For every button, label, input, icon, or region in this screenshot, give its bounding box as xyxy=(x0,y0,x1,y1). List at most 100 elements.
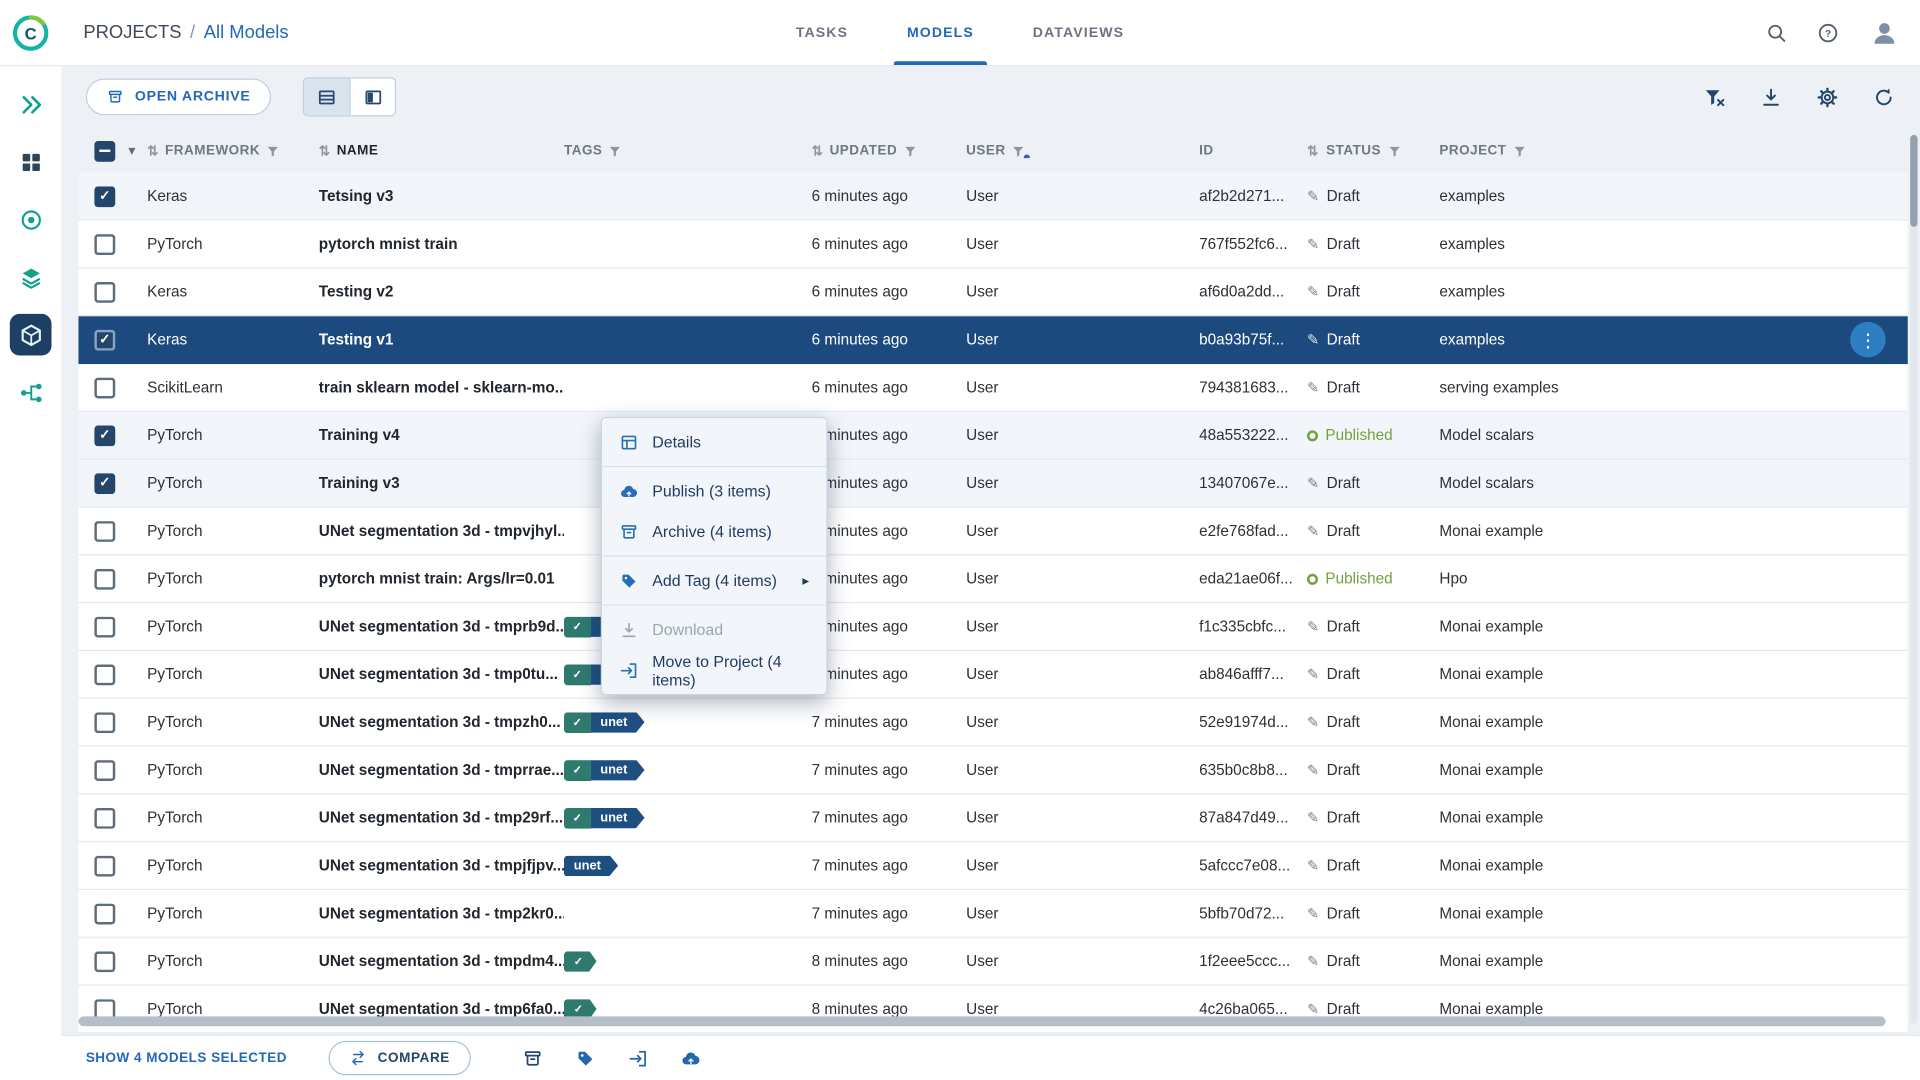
table-row[interactable]: ScikitLearn train sklearn model - sklear… xyxy=(78,364,1908,412)
column-project[interactable]: PROJECT xyxy=(1439,143,1907,158)
row-checkbox[interactable] xyxy=(94,329,116,351)
sort-icon[interactable] xyxy=(147,143,159,159)
archive-selected-button[interactable] xyxy=(522,1048,543,1069)
table-row[interactable]: PyTorch UNet segmentation 3d - tmpdm4...… xyxy=(78,937,1908,986)
name-cell[interactable]: UNet segmentation 3d - tmp29rf... xyxy=(319,809,564,826)
column-updated[interactable]: UPDATED xyxy=(812,143,966,159)
row-checkbox[interactable] xyxy=(94,424,116,446)
name-cell[interactable]: Tetsing v3 xyxy=(319,188,564,205)
name-cell[interactable]: train sklearn model - sklearn-mo... xyxy=(319,379,564,396)
table-row[interactable]: PyTorch Training v3 6 minutes ago User 1… xyxy=(78,459,1908,508)
tag-selected-button[interactable] xyxy=(575,1048,596,1069)
filter-icon[interactable] xyxy=(609,144,622,157)
selection-summary[interactable]: SHOW 4 MODELS SELECTED xyxy=(86,1051,287,1066)
table-row[interactable]: PyTorch Training v4 6 minutes ago User 4… xyxy=(78,411,1908,460)
filter-active-icon[interactable] xyxy=(1012,144,1031,159)
sidebar-item-grid[interactable] xyxy=(10,141,52,183)
menu-item-tag[interactable]: Add Tag (4 items) xyxy=(602,560,826,600)
row-checkbox[interactable] xyxy=(94,568,116,590)
tab-models[interactable]: MODELS xyxy=(893,0,987,65)
filter-off-button[interactable] xyxy=(1703,85,1726,108)
menu-item-publish[interactable]: Publish (3 items) xyxy=(602,471,826,511)
table-row[interactable]: Keras Testing v2 6 minutes ago User af6d… xyxy=(78,268,1908,317)
name-cell[interactable]: UNet segmentation 3d - tmpjfjpv... xyxy=(319,857,564,874)
column-framework[interactable]: FRAMEWORK xyxy=(147,143,319,159)
name-cell[interactable]: UNet segmentation 3d - tmpzh0... xyxy=(319,714,564,731)
menu-item-move[interactable]: Move to Project (4 items) xyxy=(602,650,826,690)
tab-tasks[interactable]: TASKS xyxy=(792,0,852,65)
name-cell[interactable]: UNet segmentation 3d - tmpvjhyl... xyxy=(319,522,564,539)
menu-item-archive[interactable]: Archive (4 items) xyxy=(602,511,826,551)
column-id[interactable]: ID xyxy=(1199,143,1307,158)
row-checkbox[interactable] xyxy=(94,663,116,685)
refresh-button[interactable] xyxy=(1872,85,1895,108)
table-row[interactable]: PyTorch UNet segmentation 3d - tmp0tu...… xyxy=(78,651,1908,699)
name-cell[interactable]: UNet segmentation 3d - tmp2kr0... xyxy=(319,905,564,922)
row-checkbox[interactable] xyxy=(94,759,116,781)
name-cell[interactable]: Testing v1 xyxy=(319,331,564,348)
selection-caret-icon[interactable] xyxy=(129,144,136,157)
filter-icon[interactable] xyxy=(266,144,279,157)
filter-icon[interactable] xyxy=(1513,144,1526,157)
sidebar-item-layers[interactable] xyxy=(10,256,52,298)
sidebar-item-chevrons[interactable] xyxy=(10,83,52,125)
publish-selected-button[interactable] xyxy=(680,1048,701,1069)
open-archive-button[interactable]: OPEN ARCHIVE xyxy=(85,78,272,116)
row-checkbox[interactable] xyxy=(94,950,116,972)
vertical-scrollbar[interactable] xyxy=(1910,134,1918,1024)
name-cell[interactable]: UNet segmentation 3d - tmprb9d... xyxy=(319,618,564,635)
breadcrumb-current[interactable]: All Models xyxy=(204,22,289,43)
name-cell[interactable]: pytorch mnist train xyxy=(319,235,564,252)
tab-dataviews[interactable]: DATAVIEWS xyxy=(1029,0,1128,65)
name-cell[interactable]: UNet segmentation 3d - tmpdm4... xyxy=(319,953,564,970)
sort-icon[interactable] xyxy=(1307,143,1319,159)
row-checkbox[interactable] xyxy=(94,616,116,637)
row-checkbox[interactable] xyxy=(94,855,116,877)
name-cell[interactable]: pytorch mnist train: Args/lr=0.01 xyxy=(319,570,564,587)
horizontal-scrollbar[interactable] xyxy=(78,1016,1886,1027)
gear-button[interactable] xyxy=(1816,85,1839,108)
column-name[interactable]: NAME xyxy=(319,143,564,159)
move-selected-button[interactable] xyxy=(628,1048,649,1069)
column-user[interactable]: USER xyxy=(966,143,1199,159)
column-tags[interactable]: TAGS xyxy=(564,143,812,158)
name-cell[interactable]: Training v4 xyxy=(319,427,564,444)
table-row[interactable]: PyTorch UNet segmentation 3d - tmprrae..… xyxy=(78,746,1908,795)
row-checkbox[interactable] xyxy=(94,233,116,255)
table-row[interactable]: PyTorch UNet segmentation 3d - tmp29rf..… xyxy=(78,794,1908,843)
filter-icon[interactable] xyxy=(1388,144,1401,157)
user-avatar[interactable] xyxy=(1869,17,1901,49)
name-cell[interactable]: Training v3 xyxy=(319,474,564,491)
table-row[interactable]: PyTorch UNet segmentation 3d - tmpjfjpv.… xyxy=(78,842,1908,891)
search-button[interactable] xyxy=(1766,21,1788,43)
table-row[interactable]: PyTorch pytorch mnist train: Args/lr=0.0… xyxy=(78,555,1908,604)
row-checkbox[interactable] xyxy=(94,281,116,303)
sidebar-item-flow[interactable] xyxy=(10,371,52,413)
name-cell[interactable]: UNet segmentation 3d - tmprrae... xyxy=(319,761,564,778)
row-checkbox[interactable] xyxy=(94,377,116,398)
table-row[interactable]: Keras Tetsing v3 6 minutes ago User af2b… xyxy=(78,172,1908,221)
sort-icon[interactable] xyxy=(812,143,824,159)
help-button[interactable] xyxy=(1817,21,1839,43)
table-row[interactable]: PyTorch UNet segmentation 3d - tmprb9d..… xyxy=(78,603,1908,652)
download-button[interactable] xyxy=(1759,85,1782,108)
app-logo[interactable]: C xyxy=(0,0,61,65)
table-row[interactable]: PyTorch UNet segmentation 3d - tmpzh0...… xyxy=(78,698,1908,747)
row-menu-button[interactable] xyxy=(1850,321,1886,358)
row-checkbox[interactable] xyxy=(94,807,116,829)
sidebar-item-cube[interactable] xyxy=(9,313,52,356)
sort-icon[interactable] xyxy=(319,143,331,159)
select-all-checkbox[interactable] xyxy=(94,140,116,162)
filter-icon[interactable] xyxy=(903,144,916,157)
row-checkbox[interactable] xyxy=(94,711,116,733)
scrollbar-thumb[interactable] xyxy=(1910,134,1918,227)
row-checkbox[interactable] xyxy=(94,472,116,494)
table-row[interactable]: Keras Testing v1 6 minutes ago User b0a9… xyxy=(78,316,1908,365)
table-row[interactable]: PyTorch UNet segmentation 3d - tmp6fa0..… xyxy=(78,985,1908,1034)
row-checkbox[interactable] xyxy=(94,902,116,924)
table-row[interactable]: PyTorch pytorch mnist train 6 minutes ag… xyxy=(78,220,1908,269)
name-cell[interactable]: UNet segmentation 3d - tmp6fa0... xyxy=(319,1000,564,1017)
name-cell[interactable]: Testing v2 xyxy=(319,283,564,300)
row-checkbox[interactable] xyxy=(94,185,116,207)
sidebar-item-circle-dot[interactable] xyxy=(10,199,52,241)
